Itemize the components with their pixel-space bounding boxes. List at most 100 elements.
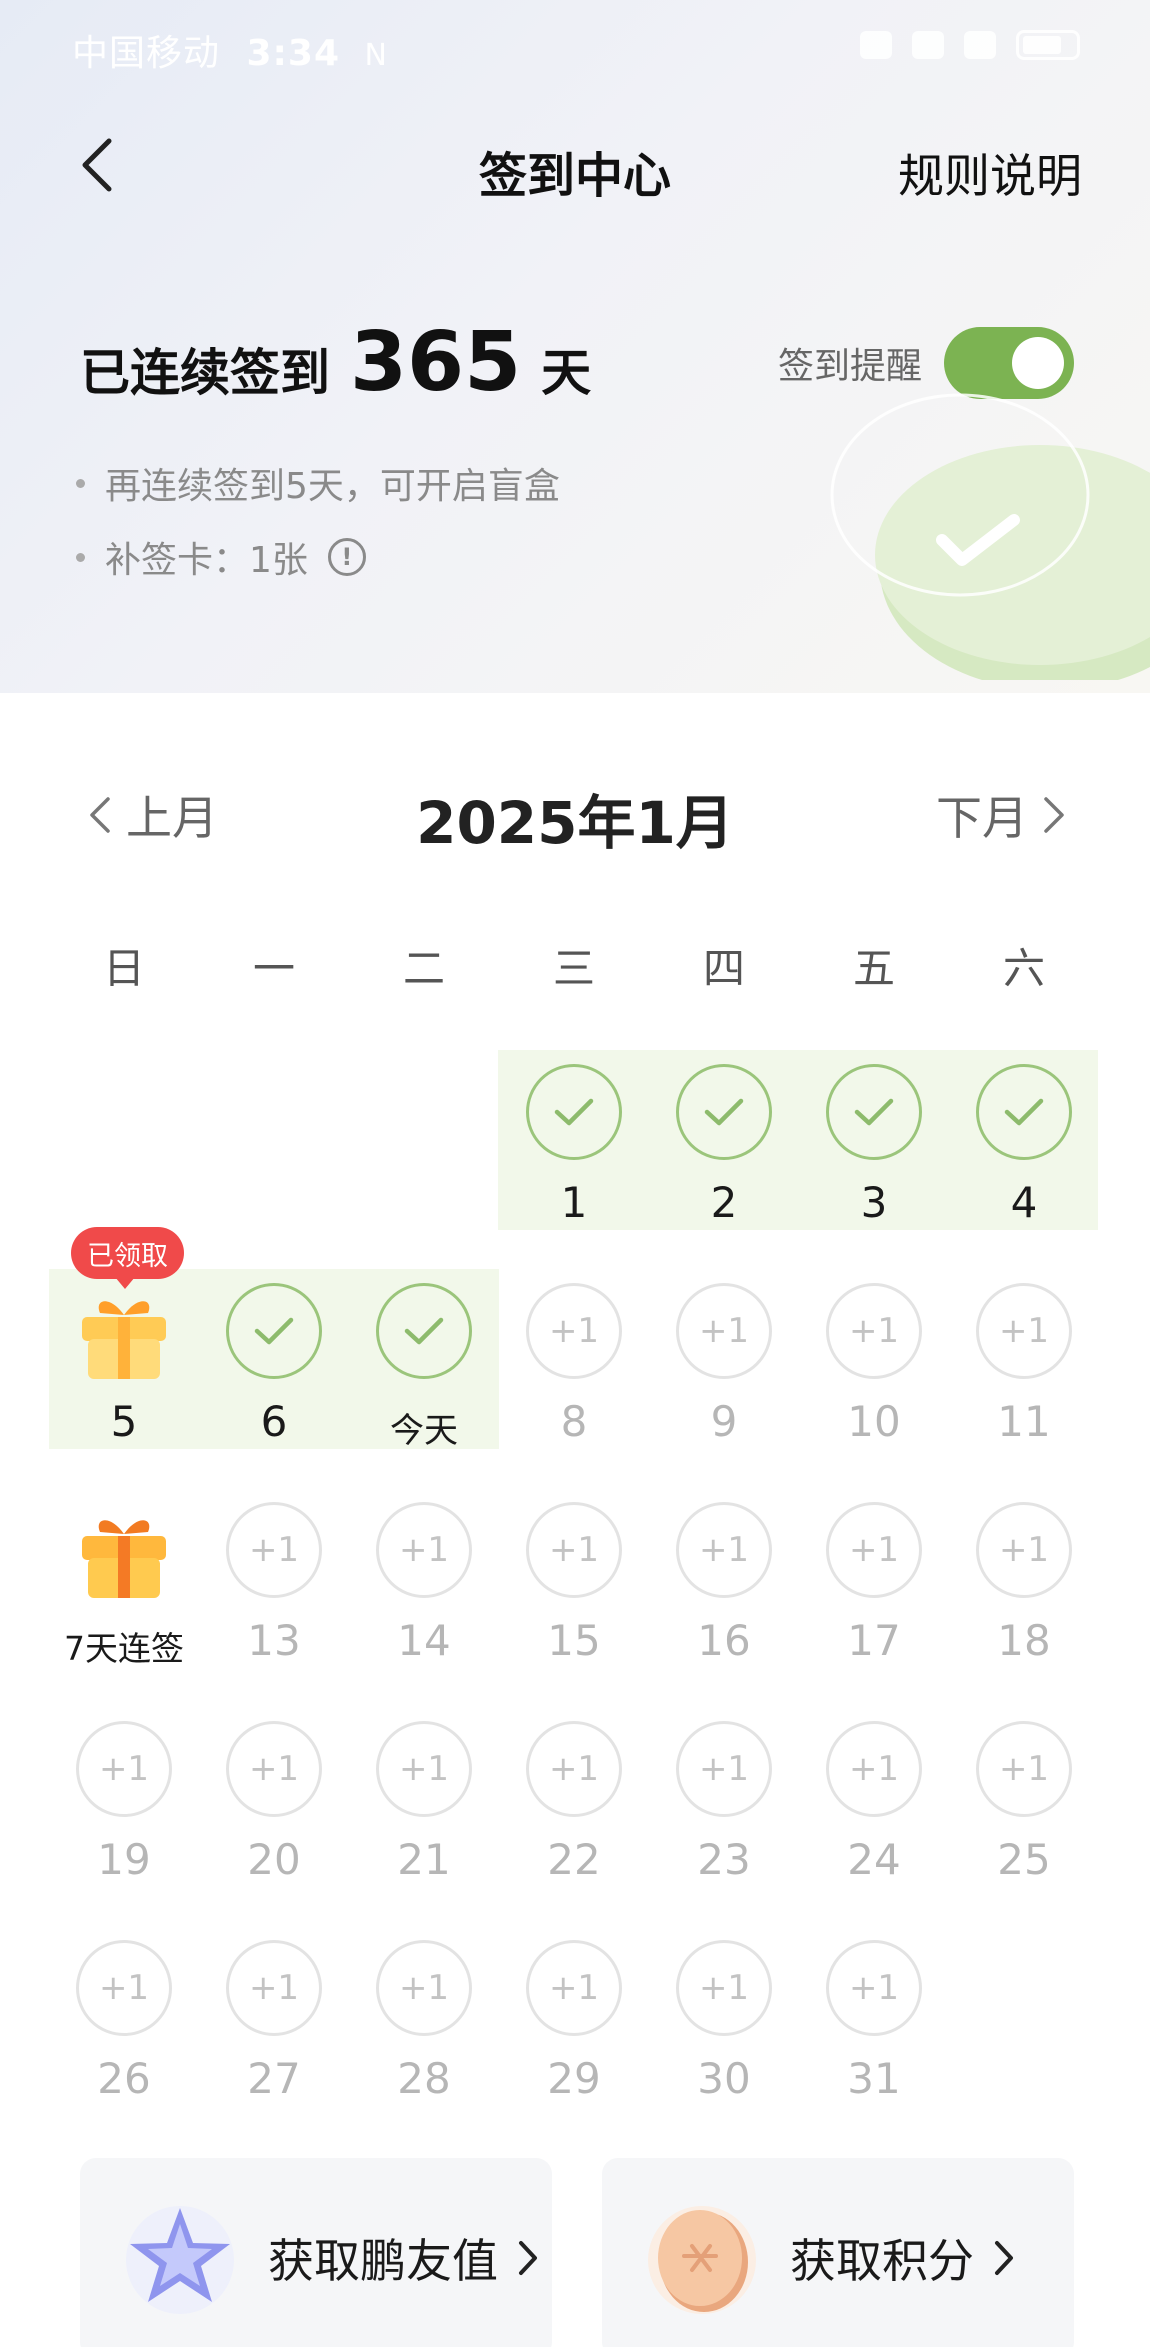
day-number: 3 — [860, 1178, 888, 1227]
status-right — [860, 30, 1080, 60]
day-number: 16 — [697, 1616, 751, 1665]
day-cell-today[interactable]: 今天 — [349, 1269, 499, 1479]
day-cell-6[interactable]: 6 — [199, 1269, 349, 1479]
plus-one-circle: +1 — [76, 1721, 172, 1817]
day-cell-12[interactable]: 7天连签 — [49, 1488, 199, 1698]
day-cell-22[interactable]: +1 22 — [499, 1707, 649, 1917]
navigation-bar: 签到中心 规则说明 — [0, 110, 1150, 220]
points-label: 获取积分 — [790, 2234, 974, 2288]
gift-icon — [82, 1301, 166, 1379]
day-number: 19 — [97, 1835, 151, 1884]
day-cell-18[interactable]: +1 18 — [949, 1488, 1099, 1698]
star-icon — [126, 2206, 234, 2314]
day-cell-23[interactable]: +1 23 — [649, 1707, 799, 1917]
today-label: 今天 — [390, 1411, 458, 1451]
coin-icon — [648, 2206, 756, 2314]
day-cell-4[interactable]: 4 — [949, 1050, 1099, 1260]
info-icon[interactable]: ! — [327, 538, 366, 576]
day-cell-2[interactable]: 2 — [649, 1050, 799, 1260]
day-cell-24[interactable]: +1 24 — [799, 1707, 949, 1917]
day-cell-27[interactable]: +1 27 — [199, 1926, 349, 2136]
next-month-button[interactable]: 下月 — [936, 782, 1066, 848]
streak-unit: 天 — [541, 344, 592, 402]
day-number: 9 — [710, 1397, 738, 1446]
makeup-card-info: 补签卡：1张 ! — [76, 532, 560, 582]
checked-circle — [676, 1064, 772, 1160]
chevron-right-icon — [519, 2241, 537, 2275]
plus-one-circle: +1 — [226, 1502, 322, 1598]
checkmark-icon — [254, 1317, 294, 1345]
day-number: 26 — [97, 2054, 151, 2103]
day-cell-17[interactable]: +1 17 — [799, 1488, 949, 1698]
day-number: 27 — [247, 2054, 301, 2103]
wifi-icon — [912, 31, 944, 59]
day-number: 8 — [560, 1397, 588, 1446]
plus-one-circle: +1 — [76, 1940, 172, 2036]
day-cell-19[interactable]: +1 19 — [49, 1707, 199, 1917]
status-left: 中国移动 3:34 N — [72, 24, 388, 76]
check-coin-illustration — [830, 393, 1150, 680]
plus-one-circle: +1 — [976, 1283, 1072, 1379]
bullet-dot — [76, 552, 85, 562]
plus-one-circle: +1 — [526, 1283, 622, 1379]
blind-box-text: 再连续签到5天，可开启盲盒 — [105, 466, 560, 507]
weekday-fri: 五 — [852, 944, 895, 993]
alarm-icon — [860, 31, 892, 59]
day-cell-31[interactable]: +1 31 — [799, 1926, 949, 2136]
streak-summary: 已连续签到 365 天 — [80, 315, 591, 410]
day-cell-13[interactable]: +1 13 — [199, 1488, 349, 1698]
rules-link[interactable]: 规则说明 — [898, 140, 1082, 206]
day-cell-5[interactable]: 已领取 5 — [49, 1227, 199, 1479]
day-number: 28 — [397, 2054, 451, 2103]
day-cell-14[interactable]: +1 14 — [349, 1488, 499, 1698]
day-number: 17 — [847, 1616, 901, 1665]
checked-circle — [976, 1064, 1072, 1160]
day-cell-10[interactable]: +1 10 — [799, 1269, 949, 1479]
get-friend-value-card[interactable]: 获取鹏友值 — [80, 2158, 552, 2347]
day-cell-21[interactable]: +1 21 — [349, 1707, 499, 1917]
checkmark-icon — [554, 1098, 594, 1126]
status-bar: 中国移动 3:34 N — [0, 0, 1150, 90]
day-cell-11[interactable]: +1 11 — [949, 1269, 1099, 1479]
gift-icon — [82, 1520, 166, 1598]
plus-one-circle: +1 — [376, 1940, 472, 2036]
day-cell-3[interactable]: 3 — [799, 1050, 949, 1260]
plus-one-circle: +1 — [826, 1502, 922, 1598]
day-number: 24 — [847, 1835, 901, 1884]
day-cell-16[interactable]: +1 16 — [649, 1488, 799, 1698]
day-number: 15 — [547, 1616, 601, 1665]
plus-one-circle: +1 — [226, 1721, 322, 1817]
blind-box-hint: 再连续签到5天，可开启盲盒 — [76, 458, 560, 508]
day-cell-26[interactable]: +1 26 — [49, 1926, 199, 2136]
get-points-card[interactable]: 获取积分 — [602, 2158, 1074, 2347]
day-number: 21 — [397, 1835, 451, 1884]
day-number: 2 — [710, 1178, 738, 1227]
checked-circle — [376, 1283, 472, 1379]
bullet-dot — [76, 478, 85, 488]
day-cell-9[interactable]: +1 9 — [649, 1269, 799, 1479]
plus-one-circle: +1 — [676, 1721, 772, 1817]
makeup-card-text: 补签卡：1张 — [105, 540, 308, 581]
day-cell-8[interactable]: +1 8 — [499, 1269, 649, 1479]
day-cell-30[interactable]: +1 30 — [649, 1926, 799, 2136]
day-number: 5 — [110, 1397, 138, 1446]
plus-one-circle: +1 — [826, 1721, 922, 1817]
day-cell-15[interactable]: +1 15 — [499, 1488, 649, 1698]
plus-one-circle: +1 — [226, 1940, 322, 2036]
day-cell-20[interactable]: +1 20 — [199, 1707, 349, 1917]
day-number: 4 — [1010, 1178, 1038, 1227]
plus-one-circle: +1 — [676, 1502, 772, 1598]
checkmark-icon — [404, 1317, 444, 1345]
plus-one-circle: +1 — [376, 1721, 472, 1817]
day-cell-29[interactable]: +1 29 — [499, 1926, 649, 2136]
day-number: 31 — [847, 2054, 901, 2103]
streak-days: 365 — [350, 315, 522, 410]
day-cell-1[interactable]: 1 — [499, 1050, 649, 1260]
month-navigation: 上月 2025年1月 下月 — [0, 770, 1150, 857]
claimed-badge: 已领取 — [71, 1227, 184, 1289]
day-cell-28[interactable]: +1 28 — [349, 1926, 499, 2136]
checkmark-icon — [854, 1098, 894, 1126]
day-number: 23 — [697, 1835, 751, 1884]
day-cell-25[interactable]: +1 25 — [949, 1707, 1099, 1917]
next-month-label: 下月 — [936, 791, 1028, 845]
